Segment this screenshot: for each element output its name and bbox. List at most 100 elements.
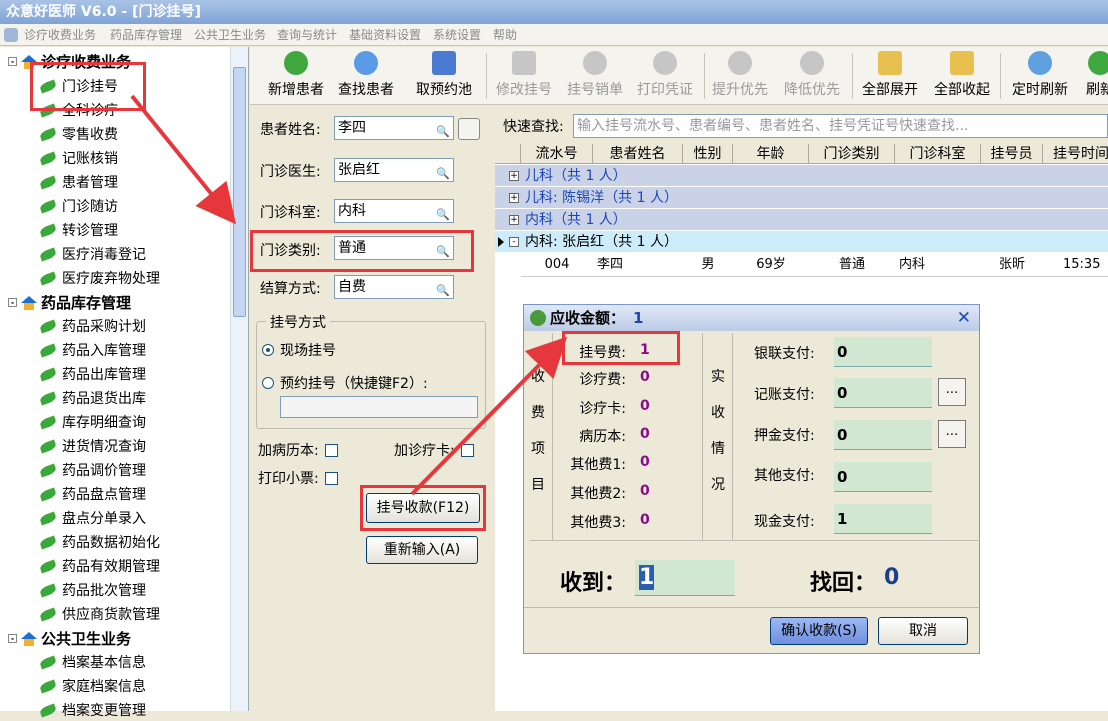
sidebar-item[interactable]: 档案变更管理 <box>38 699 146 721</box>
print-voucher-button[interactable]: 打印凭证 <box>633 51 697 99</box>
sidebar-item[interactable]: 零售收费 <box>38 123 118 145</box>
search-icon[interactable]: 🔍 <box>436 163 450 185</box>
cell-type[interactable]: 普通 <box>809 254 895 276</box>
sidebar-item[interactable]: 药品出库管理 <box>38 363 146 385</box>
col-patient-name[interactable]: 患者姓名 <box>593 144 683 164</box>
sidebar-scrollbar[interactable] <box>230 47 248 711</box>
cell-time[interactable]: 15:35 <box>1043 254 1108 276</box>
sidebar-item[interactable]: 转诊管理 <box>38 219 118 241</box>
collapse-icon[interactable]: - <box>8 57 17 66</box>
reg-onsite-radio[interactable]: 现场挂号 <box>262 340 336 360</box>
reg-appt-radio[interactable]: 预约挂号（快捷键F2）: <box>262 373 428 393</box>
group-row[interactable]: + 儿科（共 1 人） <box>495 165 1108 187</box>
col-clerk[interactable]: 挂号员 <box>981 144 1043 164</box>
sidebar-item[interactable]: 库存明细查询 <box>38 411 146 433</box>
sidebar-item[interactable]: 进货情况查询 <box>38 435 146 457</box>
expand-icon[interactable]: + <box>509 215 519 225</box>
menu-item[interactable]: 帮助 <box>493 24 517 46</box>
account-lookup-button[interactable]: ... <box>938 378 966 406</box>
settlement-field[interactable]: 自费 🔍 <box>334 275 454 299</box>
menu-item[interactable]: 公共卫生业务 <box>194 24 266 46</box>
raise-priority-button[interactable]: 提升优先 <box>708 51 772 99</box>
timed-refresh-button[interactable]: 定时刷新 <box>1008 51 1072 99</box>
cell-age[interactable]: 69岁 <box>733 254 809 276</box>
deposit-lookup-button[interactable]: ... <box>938 420 966 448</box>
scroll-thumb[interactable] <box>233 67 246 317</box>
menu-item[interactable]: 药品库存管理 <box>110 24 182 46</box>
received-input[interactable]: 1 <box>635 560 735 596</box>
collapse-icon[interactable]: - <box>8 298 17 307</box>
find-patient-button[interactable]: 查找患者 <box>334 51 398 99</box>
sidebar-item[interactable]: 药品入库管理 <box>38 339 146 361</box>
appointment-field[interactable] <box>280 396 478 418</box>
patient-name-field[interactable]: 李四 🔍 <box>334 116 454 140</box>
col-serial[interactable]: 流水号 <box>521 144 593 164</box>
group-row-selected[interactable]: - 内科: 张启红（共 1 人） <box>495 231 1108 253</box>
card-reader-icon[interactable] <box>458 118 480 140</box>
sidebar-item[interactable]: 医疗废弃物处理 <box>38 267 160 289</box>
sidebar-item[interactable]: 档案基本信息 <box>38 651 146 673</box>
collapse-icon[interactable]: - <box>8 634 17 643</box>
cell-patient-name[interactable]: 李四 <box>593 254 683 276</box>
dept-field[interactable]: 内科 🔍 <box>334 199 454 223</box>
col-type[interactable]: 门诊类别 <box>809 144 895 164</box>
group-row[interactable]: + 内科（共 1 人） <box>495 209 1108 231</box>
deposit-pay-input[interactable]: 0 <box>834 420 932 450</box>
menu-item[interactable]: 基础资料设置 <box>349 24 421 46</box>
sidebar-item[interactable]: 药品调价管理 <box>38 459 146 481</box>
expand-icon[interactable]: + <box>509 193 519 203</box>
new-patient-button[interactable]: 新增患者 <box>264 51 328 99</box>
tree-group-drug[interactable]: - 药品库存管理 <box>8 292 131 313</box>
menu-item[interactable]: 查询与统计 <box>277 24 337 46</box>
search-icon[interactable]: 🔍 <box>436 204 450 226</box>
other-pay-input[interactable]: 0 <box>834 462 932 492</box>
doctor-field[interactable]: 张启红 🔍 <box>334 158 454 182</box>
tree-group-public-health[interactable]: - 公共卫生业务 <box>8 628 131 649</box>
sidebar-item[interactable]: 供应商货款管理 <box>38 603 160 625</box>
cancel-registration-button[interactable]: 挂号销单 <box>563 51 627 99</box>
cell-serial[interactable]: 004 <box>521 254 593 276</box>
edit-registration-button[interactable]: 修改挂号 <box>492 51 556 99</box>
sidebar-item[interactable]: 盘点分单录入 <box>38 507 146 529</box>
appointment-pool-button[interactable]: 取预约池 <box>412 51 476 99</box>
sidebar-item[interactable]: 患者管理 <box>38 171 118 193</box>
expand-icon[interactable]: + <box>509 171 519 181</box>
sidebar-item[interactable]: 家庭档案信息 <box>38 675 146 697</box>
col-time[interactable]: 挂号时间 <box>1043 144 1108 164</box>
sidebar-item[interactable]: 门诊随访 <box>38 195 118 217</box>
menu-item[interactable]: 系统设置 <box>433 24 481 46</box>
quick-search-input[interactable]: 输入挂号流水号、患者编号、患者姓名、挂号凭证号快速查找... <box>573 114 1108 138</box>
expand-all-button[interactable]: 全部展开 <box>858 51 922 99</box>
sidebar-item[interactable]: 药品数据初始化 <box>38 531 160 553</box>
print-ticket-checkbox[interactable]: 打印小票: <box>258 468 338 488</box>
col-dept[interactable]: 门诊科室 <box>895 144 981 164</box>
sidebar-item[interactable]: 药品采购计划 <box>38 315 146 337</box>
confirm-payment-button[interactable]: 确认收款(S) <box>770 617 868 645</box>
sidebar-item[interactable]: 药品退货出库 <box>38 387 146 409</box>
collapse-all-button[interactable]: 全部收起 <box>930 51 994 99</box>
sidebar-item[interactable]: 医疗消毒登记 <box>38 243 146 265</box>
sidebar-item[interactable]: 药品有效期管理 <box>38 555 160 577</box>
lower-priority-button[interactable]: 降低优先 <box>780 51 844 99</box>
cell-dept[interactable]: 内科 <box>895 254 981 276</box>
col-age[interactable]: 年龄 <box>733 144 809 164</box>
close-icon[interactable]: ✕ <box>957 305 971 331</box>
add-record-checkbox[interactable]: 加病历本: <box>258 440 338 460</box>
reset-button[interactable]: 重新输入(A) <box>366 536 478 564</box>
menu-item[interactable]: 诊疗收费业务 <box>24 24 96 46</box>
sidebar-item[interactable]: 记账核销 <box>38 147 118 169</box>
sidebar-item[interactable]: 药品盘点管理 <box>38 483 146 505</box>
cash-pay-input[interactable]: 1 <box>834 504 932 534</box>
col-gender[interactable]: 性别 <box>683 144 733 164</box>
cell-gender[interactable]: 男 <box>683 254 733 276</box>
add-card-checkbox[interactable]: 加诊疗卡: <box>394 440 474 460</box>
search-icon[interactable]: 🔍 <box>436 121 450 143</box>
cell-clerk[interactable]: 张昕 <box>981 254 1043 276</box>
unionpay-input[interactable]: 0 <box>834 337 932 367</box>
sidebar-item[interactable]: 药品批次管理 <box>38 579 146 601</box>
collapse-icon[interactable]: - <box>509 237 519 247</box>
refresh-button[interactable]: 刷新 <box>1080 51 1108 99</box>
group-row[interactable]: + 儿科: 陈锡洋（共 1 人） <box>495 187 1108 209</box>
account-pay-input[interactable]: 0 <box>834 378 932 408</box>
search-icon[interactable]: 🔍 <box>436 280 450 302</box>
